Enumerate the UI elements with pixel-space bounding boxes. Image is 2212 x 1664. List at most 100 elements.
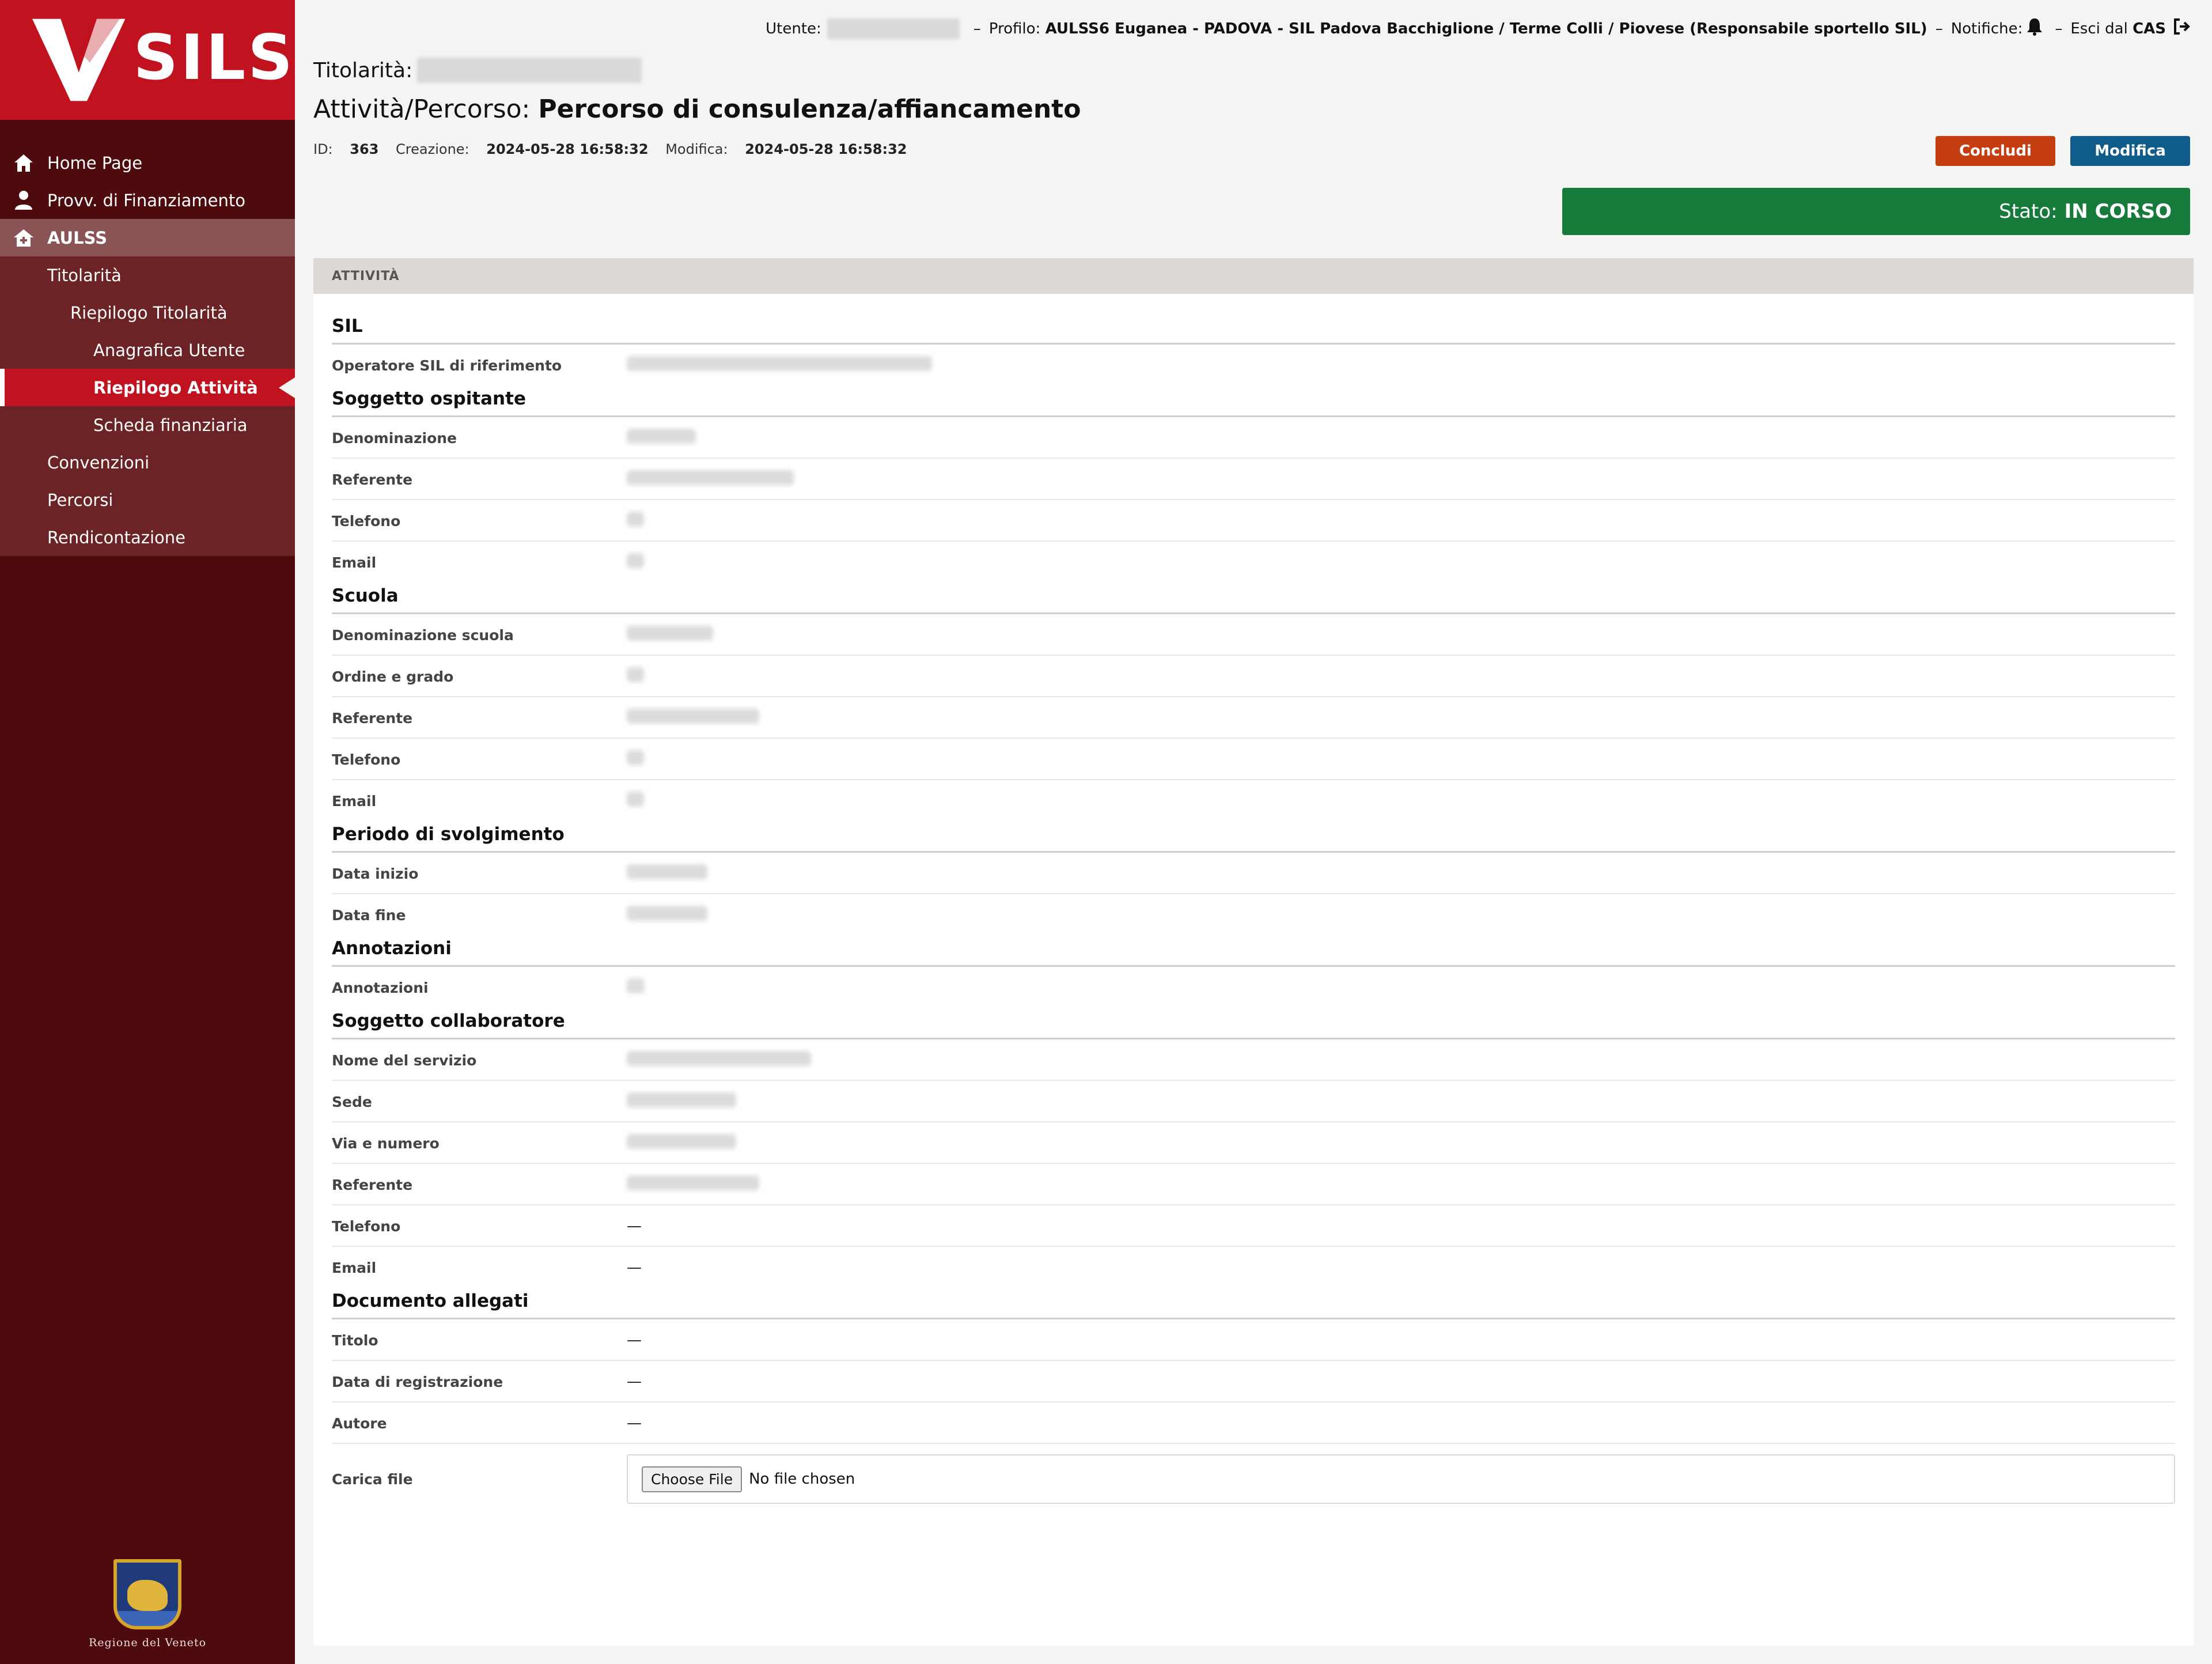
- id-label: ID:: [313, 141, 333, 157]
- field-row: Ordine e grado: [332, 656, 2175, 697]
- field-label: Telefono: [332, 512, 401, 530]
- field-label: Data di registrazione: [332, 1373, 503, 1390]
- field-label: Carica file: [332, 1470, 413, 1488]
- logout-icon[interactable]: [2173, 18, 2190, 39]
- field-label: Denominazione scuola: [332, 626, 514, 644]
- profilo-value: AULSS6 Euganea - PADOVA - SIL Padova Bac…: [1045, 20, 1927, 37]
- sidebar-item-aulss[interactable]: AULSS: [0, 219, 295, 256]
- field-row: Email —: [332, 1247, 2175, 1288]
- separator: –: [2055, 20, 2063, 37]
- sidebar-item-scheda-finanziaria[interactable]: Scheda finanziaria: [0, 406, 295, 444]
- region-veneto-coat-of-arms-icon: [113, 1559, 181, 1629]
- esci-label[interactable]: Esci dal: [2070, 20, 2127, 37]
- sidebar-item-riepilogo-titolarita[interactable]: Riepilogo Titolarità: [0, 294, 295, 331]
- field-label: Autore: [332, 1415, 387, 1432]
- modifica-button[interactable]: Modifica: [2070, 136, 2190, 166]
- field-label: Operatore SIL di riferimento: [332, 357, 562, 374]
- field-row: Titolo —: [332, 1319, 2175, 1361]
- sidebar-subnav: Titolarità Riepilogo Titolarità Anagrafi…: [0, 256, 295, 556]
- field-label: Data inizio: [332, 865, 419, 882]
- redacted-value: [627, 1051, 811, 1066]
- sidebar-item-anagrafica-utente[interactable]: Anagrafica Utente: [0, 331, 295, 369]
- field-row: Telefono: [332, 500, 2175, 542]
- sidebar-item-provv-finanziamento[interactable]: Provv. di Finanziamento: [0, 181, 295, 219]
- titolarita: Titolarità:: [313, 58, 2190, 83]
- sidebar-item-titolarita[interactable]: Titolarità: [0, 256, 295, 294]
- redacted-value: [627, 1175, 759, 1190]
- choose-file-button[interactable]: Choose File: [642, 1466, 743, 1492]
- id-value: 363: [350, 141, 379, 157]
- field-label: Telefono: [332, 751, 401, 768]
- field-row: Denominazione scuola: [332, 614, 2175, 656]
- field-label: Annotazioni: [332, 979, 429, 996]
- field-row: Via e numero: [332, 1122, 2175, 1164]
- field-label: Denominazione: [332, 429, 457, 447]
- group-title-collaboratore: Soggetto collaboratore: [332, 1008, 2175, 1039]
- field-value: —: [627, 1217, 642, 1235]
- group-title-sil: SIL: [332, 294, 2175, 345]
- field-value: —: [627, 1415, 642, 1432]
- field-value: —: [627, 1259, 642, 1276]
- sidebar-item-rendicontazione[interactable]: Rendicontazione: [0, 519, 295, 556]
- attivita-panel: ATTIVITÀ SIL Operatore SIL di riferiment…: [313, 258, 2194, 1646]
- logo[interactable]: SILS: [0, 0, 295, 120]
- field-row: Data di registrazione —: [332, 1361, 2175, 1402]
- field-row: Telefono —: [332, 1205, 2175, 1247]
- status-label: Stato:: [1999, 200, 2058, 223]
- sils-logo-mark-icon: [32, 18, 126, 101]
- record-meta: ID: 363 Creazione: 2024-05-28 16:58:32 M…: [313, 141, 2190, 157]
- group-title-ospitante: Soggetto ospitante: [332, 386, 2175, 417]
- page-title-prefix: Attività/Percorso:: [313, 94, 531, 124]
- field-label: Ordine e grado: [332, 668, 454, 685]
- field-row: Referente: [332, 1164, 2175, 1205]
- modifica-value: 2024-05-28 16:58:32: [745, 141, 907, 157]
- file-upload-input[interactable]: Choose File No file chosen: [627, 1454, 2175, 1504]
- page-title-value: Percorso di consulenza/affiancamento: [538, 94, 1081, 124]
- home-icon: [0, 153, 47, 173]
- field-label: Sede: [332, 1093, 372, 1110]
- sidebar-item-home[interactable]: Home Page: [0, 144, 295, 181]
- redacted-value: [627, 553, 644, 568]
- redacted-value: [627, 512, 644, 527]
- redacted-value: [627, 864, 707, 879]
- creazione-label: Creazione:: [396, 141, 469, 157]
- concludi-button[interactable]: Concludi: [1936, 136, 2055, 166]
- region-name: Regione del Veneto: [88, 1636, 207, 1649]
- status-value: IN CORSO: [2064, 200, 2172, 223]
- creazione-value: 2024-05-28 16:58:32: [486, 141, 649, 157]
- field-label: Telefono: [332, 1217, 401, 1235]
- redacted-value: [627, 667, 644, 682]
- redacted-value: [627, 470, 794, 485]
- field-row: Data fine: [332, 894, 2175, 936]
- esci-cas[interactable]: CAS: [2133, 20, 2166, 37]
- home-plus-icon: [0, 228, 47, 248]
- utente-name-redacted: [827, 18, 960, 39]
- sidebar-item-convenzioni[interactable]: Convenzioni: [0, 444, 295, 481]
- utente-label: Utente:: [766, 20, 821, 37]
- redacted-value: [627, 792, 644, 807]
- sidebar-item-percorsi[interactable]: Percorsi: [0, 481, 295, 519]
- redacted-value: [627, 356, 932, 371]
- status-banner: Stato: IN CORSO: [1562, 188, 2190, 235]
- notifiche-label: Notifiche:: [1950, 20, 2023, 37]
- field-row: Email: [332, 542, 2175, 583]
- sidebar-item-riepilogo-attivita[interactable]: Riepilogo Attività: [0, 369, 295, 406]
- field-row: Data inizio: [332, 853, 2175, 894]
- group-title-annotazioni: Annotazioni: [332, 936, 2175, 967]
- group-title-scuola: Scuola: [332, 583, 2175, 614]
- field-label: Referente: [332, 471, 413, 488]
- page-title: Attività/Percorso: Percorso di consulenz…: [313, 94, 2190, 124]
- field-label: Referente: [332, 709, 413, 727]
- redacted-value: [627, 1134, 736, 1149]
- region-logo: Regione del Veneto: [0, 1559, 295, 1649]
- field-row: Autore —: [332, 1402, 2175, 1444]
- field-value: —: [627, 1373, 642, 1390]
- field-label: Referente: [332, 1176, 413, 1193]
- bell-icon[interactable]: [2026, 17, 2043, 40]
- group-title-documenti: Documento allegati: [332, 1288, 2175, 1319]
- sidebar-nav: Home Page Provv. di Finanziamento AULSS …: [0, 144, 295, 556]
- modifica-label: Modifica:: [665, 141, 728, 157]
- redacted-value: [627, 978, 644, 993]
- redacted-value: [627, 709, 759, 724]
- field-row: Referente: [332, 459, 2175, 500]
